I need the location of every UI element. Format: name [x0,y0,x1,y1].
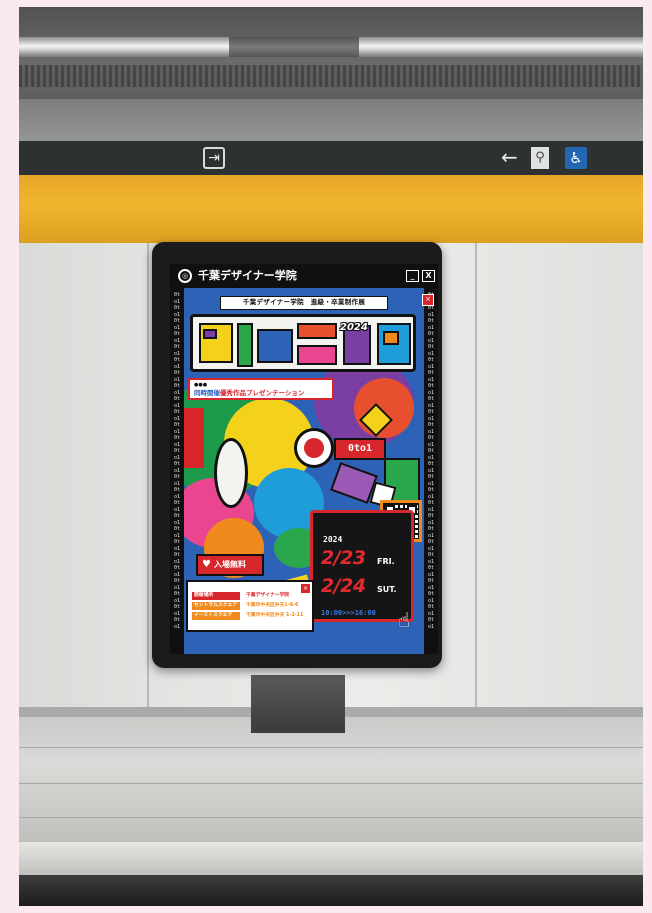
theme-label: 0to1 [334,438,386,460]
venue-info: × 開催場所 千葉デザイナー学院 セントラルスクエア 千葉市中央区弁天1-8-6 イ… [186,580,314,632]
date-first: 2/23 [321,547,366,569]
wheelchair-icon: ♿ [565,147,587,169]
date-card: 2024 2/23 FRI. 2/24 SUT. 10:00>>>16:00 [310,510,414,622]
school-logo-icon: ◎ [178,269,192,283]
minimize-icon: _ [406,270,419,282]
date-second: 2/24 [321,575,366,597]
poster-artwork: 千葉デザイナー学院 進級・卒業制作展 2024 ●●● 同時開催優秀作品プレゼン… [184,288,424,654]
exhibition-subtitle: 千葉デザイナー学院 進級・卒業制作展 [220,296,388,310]
sign-bar: ⇥ ← ⚲ ♿ [19,141,643,175]
venue-row: セントラルスクエア 千葉市中央区弁天1-8-6 [192,602,299,610]
close-icon: X [422,270,435,282]
opening-hours: 10:00>>>16:00 [321,609,376,617]
arrow-left-icon: ← [501,145,518,169]
ceiling-vent [19,65,643,87]
exhibition-logo [190,314,416,372]
close-icon: × [301,584,310,593]
pointer-hand-icon: ☝ [398,608,411,632]
day-first: FRI. [377,557,395,566]
venue-row: イーストスクエア 千葉市中央区弁天 1-2-11 [192,612,304,620]
year-badge: 2024 [340,322,368,333]
track [19,875,643,906]
exit-icon: ⇥ [203,147,225,169]
wall-seam [475,243,477,713]
heart-icon: ♥ [202,559,211,570]
side-strip-right: 0to1 0to1 0to1 0to1 0to1 0to1 0to1 0to1 … [424,288,438,654]
wall-seam [147,243,149,713]
side-strip-left: 0to1 0to1 0to1 0to1 0to1 0to1 0to1 0to1 … [170,288,184,654]
school-name: 千葉デザイナー学院 [198,269,297,282]
ceiling-beam [19,99,643,141]
restroom-icon: ⚲ [531,147,549,169]
ceiling-light [19,37,643,57]
poster-stand [251,675,345,733]
venue-row: 開催場所 千葉デザイナー学院 [192,592,290,600]
yellow-wall-band [19,175,643,243]
date-year: 2024 [323,535,343,544]
presentation-notice: ●●● 同時開催優秀作品プレゼンテーション [188,378,334,400]
free-entry-tag: ♥ 入場無料 [196,554,264,576]
platform-floor [19,717,643,847]
exhibition-poster: ◎ 千葉デザイナー学院 _ X 0to1 0to1 0to1 0to1 0to1… [170,264,438,654]
day-second: SUT. [377,585,397,594]
close-icon: × [422,294,434,306]
poster-title-bar: ◎ 千葉デザイナー学院 _ X [170,264,438,288]
